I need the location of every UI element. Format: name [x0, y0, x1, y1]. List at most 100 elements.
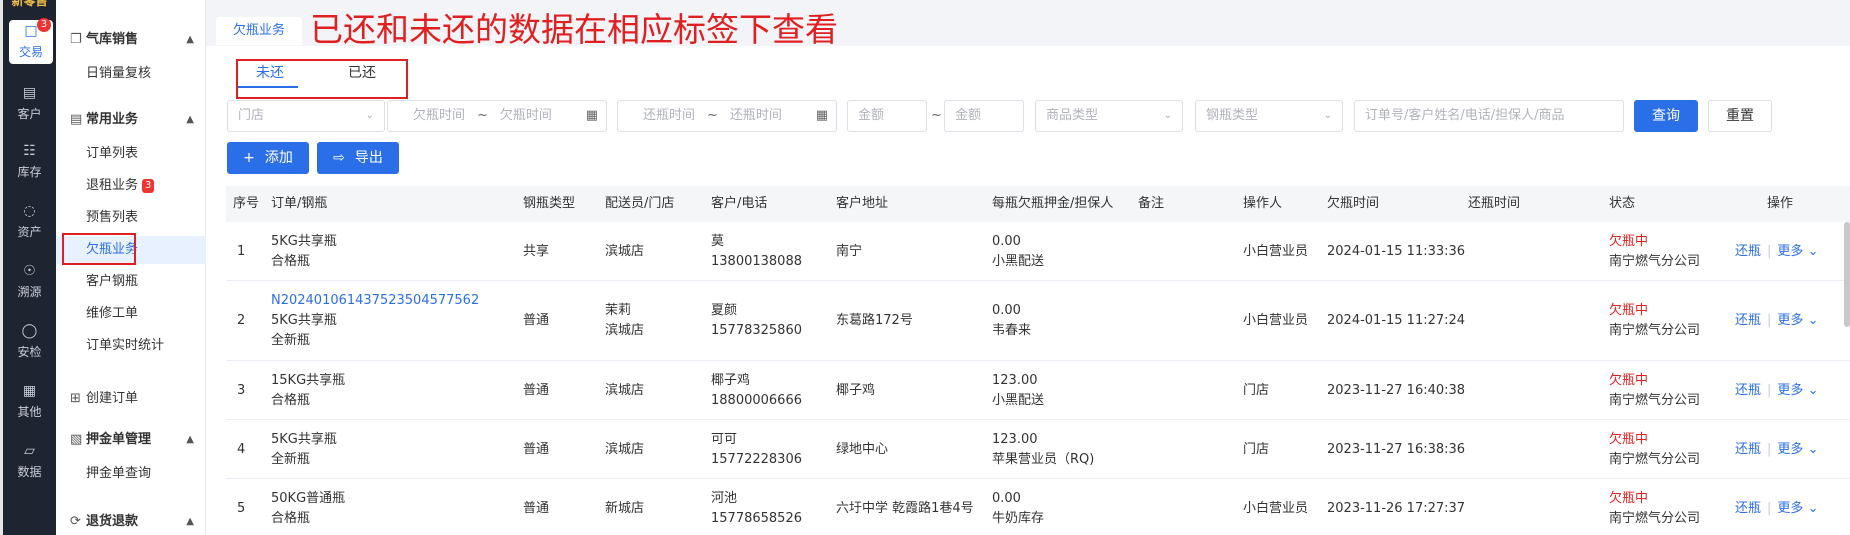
sidebar-item-deposit-query[interactable]: 押金单查询 [56, 460, 206, 488]
rail-item-trade[interactable]: □ 交易 3 [9, 18, 53, 64]
operator: 门店 [1243, 382, 1270, 398]
group-label: 退货退款 [86, 514, 139, 529]
return-cylinder-link[interactable]: 还瓶 [1735, 442, 1761, 457]
sidebar-item-rent-return[interactable]: 退租业务 3 [56, 172, 206, 200]
sidebar-item-presale[interactable]: 预售列表 [56, 204, 206, 232]
cylinder-type: 共享 [523, 243, 550, 259]
operator: 小白营业员 [1243, 243, 1309, 259]
table-header: 序号 订单/钢瓶 钢瓶类型 配送员/门店 客户/电话 客户地址 每瓶欠瓶押金/担… [226, 186, 1850, 222]
return-cylinder-link[interactable]: 还瓶 [1735, 501, 1761, 516]
more-dropdown[interactable]: 更多 ⌄ [1777, 442, 1818, 457]
owe-time: 2023-11-27 16:38:36 [1327, 441, 1466, 457]
keyword-search-input[interactable]: 订单号/客户姓名/电话/担保人/商品 [1354, 100, 1624, 132]
chevron-up-icon: ▲ [186, 34, 194, 45]
sidebar-item-repair[interactable]: 维修工单 [56, 300, 206, 328]
owe-time: 2023-11-27 16:40:38 [1327, 382, 1466, 398]
rail-item-data[interactable]: ▱ 数据 [3, 442, 56, 480]
customer-address: 东葛路172号 [836, 313, 913, 328]
divider: | [1767, 313, 1772, 328]
owe-time: 2023-11-26 17:27:37 [1327, 500, 1466, 516]
store: 新城店 [605, 500, 645, 516]
cylinder-name: 5KG共享瓶 [271, 313, 337, 328]
amount-min-input[interactable]: 金额 [847, 100, 927, 132]
shield-icon: ◯ [21, 323, 38, 339]
chevron-up-icon: ▲ [186, 434, 194, 445]
divider: | [1767, 243, 1772, 259]
cylinder-condition: 合格瓶 [271, 253, 311, 269]
store: 滨城店 [605, 441, 645, 457]
page-tab-owed[interactable]: 欠瓶业务 [216, 17, 302, 45]
rail-item-other[interactable]: ▦ 其他 [3, 382, 56, 420]
sidebar-group-deposit[interactable]: ▧ 押金单管理 ▲ [56, 427, 206, 453]
sidebar-item-daily-review[interactable]: 日销量复核 [56, 60, 206, 88]
customer-phone: 15778325860 [711, 323, 802, 338]
compass-icon: ☉ [23, 263, 36, 279]
more-dropdown[interactable]: 更多 ⌄ [1777, 501, 1818, 516]
chevron-down-icon: ⌄ [1807, 382, 1819, 398]
cylinder-type-select[interactable]: 钢瓶类型 ⌄ [1195, 100, 1343, 132]
store: 滨城店 [605, 323, 645, 338]
sidebar-group-common[interactable]: ▤ 常用业务 ▲ [56, 107, 206, 133]
customer-phone: 15772228306 [711, 451, 802, 467]
rail-item-label: 资产 [17, 225, 42, 239]
export-button[interactable]: ⇨ 导出 [317, 142, 399, 174]
query-button[interactable]: 查询 [1634, 100, 1698, 132]
grid-icon: ▦ [22, 383, 37, 399]
return-cylinder-link[interactable]: 还瓶 [1735, 244, 1761, 259]
page-tabbar: 欠瓶业务 已还和未还的数据在相应标签下查看 [206, 0, 1850, 48]
rail-item-label: 交易 [18, 45, 43, 59]
sidebar-item-realtime-stats[interactable]: 订单实时统计 [56, 332, 206, 360]
return-cylinder-link[interactable]: 还瓶 [1735, 383, 1761, 398]
sidebar-item-orders[interactable]: 订单列表 [56, 140, 206, 168]
divider: | [1767, 441, 1772, 457]
col-address: 客户地址 [836, 196, 889, 211]
sidebar-group-refund[interactable]: ⟳ 退货退款 ▲ [56, 509, 206, 535]
status-badge: 欠瓶中 [1609, 372, 1649, 388]
more-dropdown[interactable]: 更多 ⌄ [1777, 313, 1818, 328]
plus-icon: + [243, 150, 255, 166]
rail-item-trace[interactable]: ☉ 溯源 [3, 262, 56, 300]
group-label: 气库销售 [86, 32, 139, 47]
sidebar-group-depot-sales[interactable]: ❐ 气库销售 ▲ [56, 27, 206, 53]
guarantor: 牛奶库存 [992, 510, 1045, 526]
row-number: 3 [237, 382, 246, 398]
customer-phone: 15778658526 [711, 510, 802, 526]
rail-item-inspect[interactable]: ◯ 安检 [3, 322, 56, 360]
order-number-link[interactable]: N202401061437523504577562 [271, 291, 479, 311]
cylinder-name: 5KG共享瓶 [271, 233, 337, 249]
customer-name: 椰子鸡 [711, 372, 751, 388]
rail-item-asset[interactable]: ◌ 资产 [3, 202, 56, 240]
store-select[interactable]: 门店 ⌄ [227, 100, 385, 132]
return-cylinder-link[interactable]: 还瓶 [1735, 313, 1761, 328]
owe-time-range[interactable]: 欠瓶时间 ~ 欠瓶时间 ▦ [387, 100, 607, 132]
table-scrollbar[interactable] [1844, 222, 1850, 327]
sidebar-create-order[interactable]: ⊞ 创建订单 [56, 386, 206, 412]
deposit-amount: 0.00 [992, 490, 1021, 506]
doc-icon: ▧ [70, 432, 83, 447]
guarantor: 小黑配送 [992, 392, 1045, 408]
guarantor: 小黑配送 [992, 253, 1045, 269]
rail-item-customer[interactable]: ▤ 客户 [3, 84, 56, 122]
amount-max-input[interactable]: 金额 [944, 100, 1024, 132]
more-dropdown[interactable]: 更多 ⌄ [1777, 383, 1818, 398]
placeholder: 钢瓶类型 [1206, 108, 1259, 123]
sidebar-item-customer-cylinders[interactable]: 客户钢瓶 [56, 268, 206, 296]
status-badge: 欠瓶中 [1609, 431, 1649, 447]
row-number: 4 [237, 441, 246, 457]
rail-badge: 3 [37, 18, 51, 32]
more-label: 更多 [1777, 382, 1804, 398]
more-dropdown[interactable]: 更多 ⌄ [1777, 244, 1818, 259]
deposit-amount: 0.00 [992, 303, 1021, 318]
goods-type-select[interactable]: 商品类型 ⌄ [1035, 100, 1183, 132]
cylinder-name: 5KG共享瓶 [271, 431, 337, 447]
rail-item-stock[interactable]: ☷ 库存 [3, 142, 56, 180]
col-actions: 操作 [1767, 196, 1794, 211]
add-button[interactable]: + 添加 [227, 142, 309, 174]
company: 南宁燃气分公司 [1609, 392, 1701, 408]
return-time-range[interactable]: 还瓶时间 ~ 还瓶时间 ▦ [617, 100, 837, 132]
reset-button[interactable]: 重置 [1708, 100, 1772, 132]
chevron-down-icon: ⌄ [1323, 110, 1332, 121]
cylinder-name: 50KG普通瓶 [271, 490, 346, 506]
start-placeholder: 还瓶时间 [643, 108, 696, 123]
chevron-down-icon: ⌄ [1807, 441, 1819, 457]
